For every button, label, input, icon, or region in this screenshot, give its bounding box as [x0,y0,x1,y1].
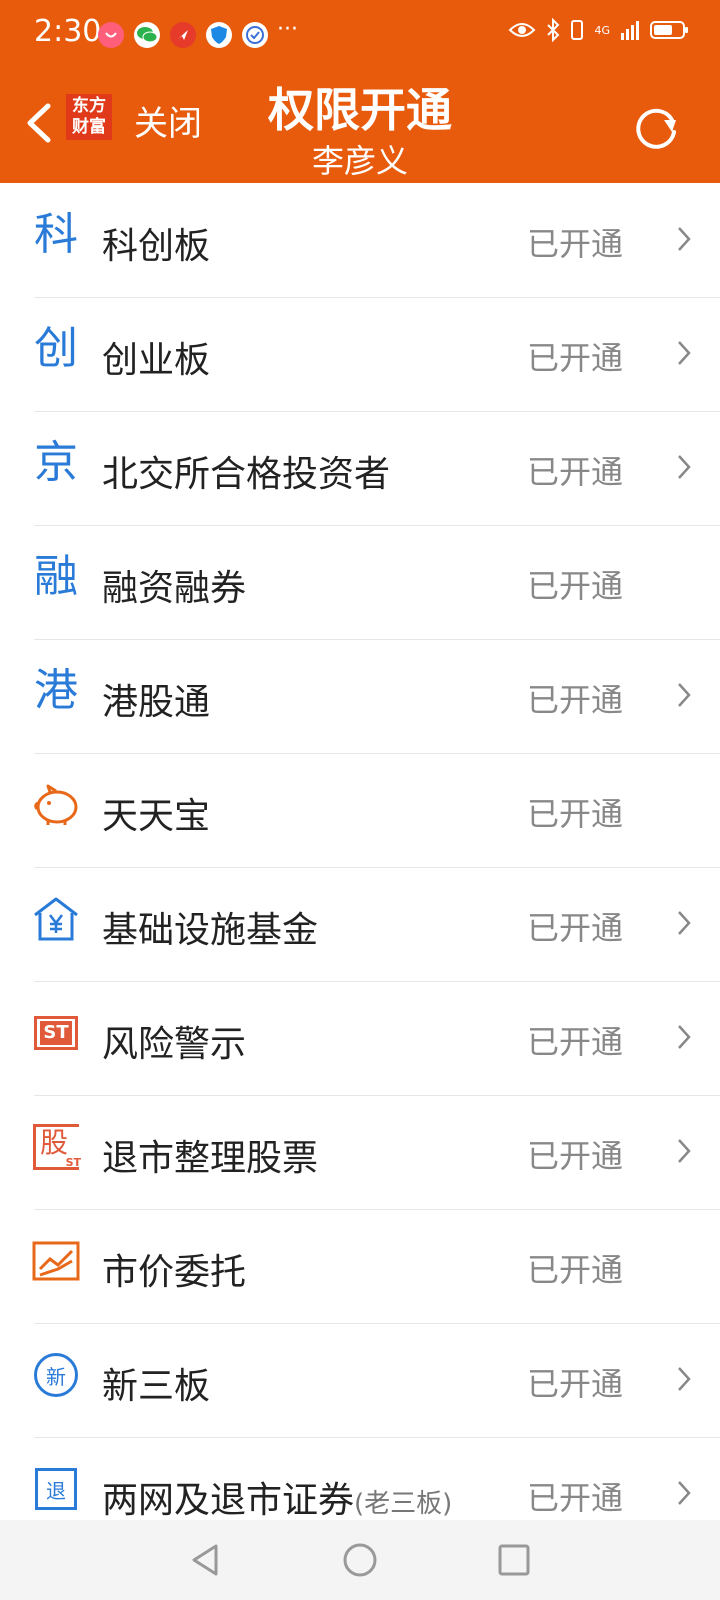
list-item-margin-trading[interactable]: 融 融资融券 已开通 [0,525,720,639]
item-label: 新三板 [102,1366,211,1407]
chevron-right-icon [678,911,691,935]
chevron-right-icon [678,1025,691,1049]
piggy-bank-icon [30,779,82,831]
network-type: 4G [594,23,610,37]
list-item-bse-investor[interactable]: 京 北交所合格投资者 已开通 [0,411,720,525]
system-back-icon[interactable] [186,1540,226,1580]
system-recents-icon[interactable] [494,1540,534,1580]
chevron-right-icon [678,455,691,479]
old-third-board-icon: 退 [30,1463,82,1515]
system-status-icons: 4G [508,18,690,42]
list-item-tiantianbao[interactable]: 天天宝 已开通 [0,753,720,867]
notification-icons [98,20,268,50]
page-title: 权限开通 [268,83,452,137]
status-text: 已开通 [527,225,624,263]
wechat-icon [134,22,160,48]
status-time: 2:30 [34,14,102,49]
status-text: 已开通 [527,1251,624,1289]
item-label: 创业板 [102,340,211,381]
chevron-right-icon [678,683,691,707]
item-sublabel: (老三板) [354,1489,453,1519]
chevron-right-icon [678,341,691,365]
status-bar: 2:30 ··· 4G [0,0,720,70]
navigation-bar: 东方 财富 关闭 权限开通 李彦义 [0,70,720,183]
margin-trading-icon: 融 [34,551,78,602]
shield-icon [206,22,232,48]
eye-comfort-icon [509,23,536,37]
status-text: 已开通 [527,339,624,377]
signal-icon [621,21,639,40]
status-text: 已开通 [527,681,624,719]
app-header: 2:30 ··· 4G 东方 财富 关闭 权限开通 李彦义 [0,0,720,183]
list-item-market-order[interactable]: 市价委托 已开通 [0,1209,720,1323]
system-navigation-bar [0,1520,720,1600]
app-notification-icon [170,22,196,48]
status-text: 已开通 [527,795,624,833]
delisting-stock-icon: 股 ST [30,1121,82,1173]
status-text: 已开通 [527,1023,624,1061]
item-label: 退市整理股票 [102,1138,319,1179]
status-text: 已开通 [527,1479,624,1517]
battery-icon [650,21,688,39]
market-order-icon [30,1235,82,1287]
system-home-icon[interactable] [340,1540,380,1580]
bse-icon: 京 [34,437,78,488]
chinext-icon: 创 [34,323,78,374]
status-text: 已开通 [527,453,624,491]
status-text: 已开通 [527,1365,624,1403]
item-label: 风险警示 [102,1024,247,1065]
security-badge-icon [242,22,268,48]
item-label: 港股通 [102,682,211,723]
status-text: 已开通 [527,1137,624,1175]
list-item-chinext[interactable]: 创 创业板 已开通 [0,297,720,411]
list-item-star-market[interactable]: 科 科创板 已开通 [0,183,720,297]
list-item-hk-connect[interactable]: 港 港股通 已开通 [0,639,720,753]
chevron-right-icon [678,1139,691,1163]
list-item-infrastructure-fund[interactable]: 基础设施基金 已开通 [0,867,720,981]
list-item-risk-warning[interactable]: ST 风险警示 已开通 [0,981,720,1095]
status-text: 已开通 [527,567,624,605]
item-label: 两网及退市证券(老三板) [102,1480,453,1521]
hk-connect-icon: 港 [34,665,78,716]
item-label: 市价委托 [102,1252,247,1293]
item-label: 天天宝 [102,796,211,837]
star-market-icon: 科 [34,209,78,260]
list-item-delisting-stocks[interactable]: 股 ST 退市整理股票 已开通 [0,1095,720,1209]
refresh-icon[interactable] [628,98,684,154]
shopping-app-icon [98,22,124,48]
chevron-right-icon [678,227,691,251]
bluetooth-icon [547,18,560,42]
chevron-right-icon [678,1367,691,1391]
item-label: 科创板 [102,226,211,267]
chevron-right-icon [678,1481,691,1505]
more-notifications-icon: ··· [277,17,298,42]
status-text: 已开通 [527,909,624,947]
permission-list: 科 科创板 已开通 创 创业板 已开通 京 北交所合格投资者 已开通 融 融资融… [0,183,720,1551]
new-third-board-icon: 新 [30,1349,82,1401]
item-label: 融资融券 [102,568,247,609]
list-item-new-third-board[interactable]: 新 新三板 已开通 [0,1323,720,1437]
st-badge-icon: ST [30,1007,82,1059]
account-name: 李彦义 [311,142,408,180]
house-yen-icon [30,893,82,945]
item-label: 北交所合格投资者 [102,454,391,495]
item-label: 基础设施基金 [102,910,319,951]
vibrate-icon [571,20,584,40]
